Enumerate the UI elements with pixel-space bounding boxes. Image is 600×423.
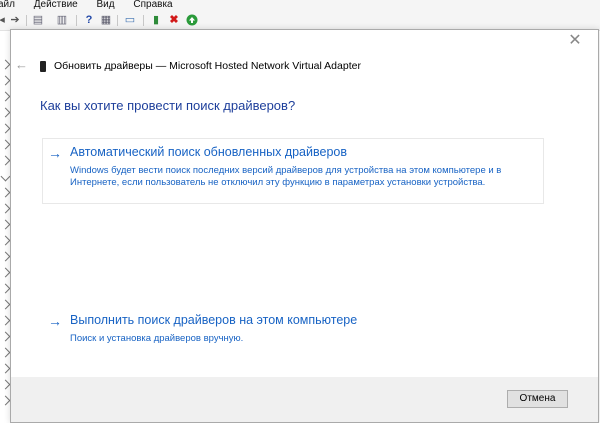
- menu-help[interactable]: Справка: [133, 0, 172, 10]
- tree-expand-icon[interactable]: [0, 155, 11, 166]
- toolbar-separator: [76, 15, 77, 26]
- back-icon[interactable]: ◂: [0, 14, 8, 26]
- device-icon[interactable]: ▦: [100, 14, 112, 26]
- tree-expand-icon[interactable]: [0, 379, 11, 390]
- network-adapter-icon: [40, 60, 46, 72]
- tree-expand-icon[interactable]: [0, 363, 11, 374]
- tree-expand-icon[interactable]: [0, 283, 11, 294]
- update-driver-icon[interactable]: ▮: [150, 14, 162, 26]
- arrow-right-icon: →: [48, 313, 62, 329]
- cancel-button[interactable]: Отмена: [507, 390, 568, 408]
- toolbar: ◂ ➔ ▤ ▥ ? ▦ ▭ ▮ ✖: [0, 11, 600, 31]
- menu-action[interactable]: Действие: [34, 0, 78, 10]
- menu-view[interactable]: Вид: [97, 0, 115, 10]
- toolbar-separator: [143, 15, 144, 26]
- tree-expand-icon[interactable]: [0, 315, 11, 326]
- menu-file[interactable]: айл: [0, 0, 15, 10]
- dialog-title-row: Обновить драйверы — Microsoft Hosted Net…: [40, 58, 361, 74]
- tree-collapse-icon[interactable]: [0, 171, 11, 182]
- help-icon[interactable]: ?: [83, 14, 95, 26]
- menubar: айл Действие Вид Справка: [0, 0, 600, 11]
- browse-computer-description: Поиск и установка драйверов вручную.: [70, 333, 244, 344]
- tree-expand-icon[interactable]: [0, 235, 11, 246]
- dialog-title: Обновить драйверы — Microsoft Hosted Net…: [54, 60, 361, 72]
- tree-expand-icon[interactable]: [0, 251, 11, 262]
- auto-search-option[interactable]: → Автоматический поиск обновленных драйв…: [42, 138, 544, 204]
- tree-expand-icon[interactable]: [0, 267, 11, 278]
- dialog-footer: Отмена: [11, 377, 598, 422]
- close-icon[interactable]: ✕: [567, 33, 583, 49]
- enable-icon[interactable]: [186, 14, 198, 26]
- tree-expand-icon[interactable]: [0, 123, 11, 134]
- forward-icon[interactable]: ➔: [9, 14, 21, 26]
- tree-expand-icon[interactable]: [0, 59, 11, 70]
- tree-expand-icon[interactable]: [0, 107, 11, 118]
- tree-expand-icon[interactable]: [0, 139, 11, 150]
- device-tree: [0, 31, 11, 423]
- tree-expand-icon[interactable]: [0, 395, 11, 406]
- tree-expand-icon[interactable]: [0, 187, 11, 198]
- tree-expand-icon[interactable]: [0, 203, 11, 214]
- tree-expand-icon[interactable]: [0, 75, 11, 86]
- tree-expand-icon[interactable]: [0, 299, 11, 310]
- back-arrow-icon[interactable]: ←: [15, 58, 29, 72]
- view-icon[interactable]: ▥: [56, 14, 68, 26]
- tree-expand-icon[interactable]: [0, 219, 11, 230]
- arrow-right-icon: →: [48, 145, 62, 161]
- update-drivers-dialog: ✕ ← Обновить драйверы — Microsoft Hosted…: [10, 29, 599, 423]
- browse-computer-title: Выполнить поиск драйверов на этом компью…: [70, 313, 358, 327]
- toolbar-separator: [117, 15, 118, 26]
- tree-expand-icon[interactable]: [0, 347, 11, 358]
- tree-expand-icon[interactable]: [0, 331, 11, 342]
- tree-expand-icon[interactable]: [0, 91, 11, 102]
- toolbar-separator: [26, 15, 27, 26]
- auto-search-description: Windows будет вести поиск последних верс…: [70, 165, 502, 188]
- monitor-icon[interactable]: ▭: [124, 14, 136, 26]
- disable-icon[interactable]: ✖: [168, 14, 180, 26]
- search-question-heading: Как вы хотите провести поиск драйверов?: [40, 98, 296, 113]
- auto-search-title: Автоматический поиск обновленных драйвер…: [70, 145, 347, 159]
- browse-computer-option[interactable]: → Выполнить поиск драйверов на этом комп…: [42, 306, 544, 350]
- properties-icon[interactable]: ▤: [32, 14, 44, 26]
